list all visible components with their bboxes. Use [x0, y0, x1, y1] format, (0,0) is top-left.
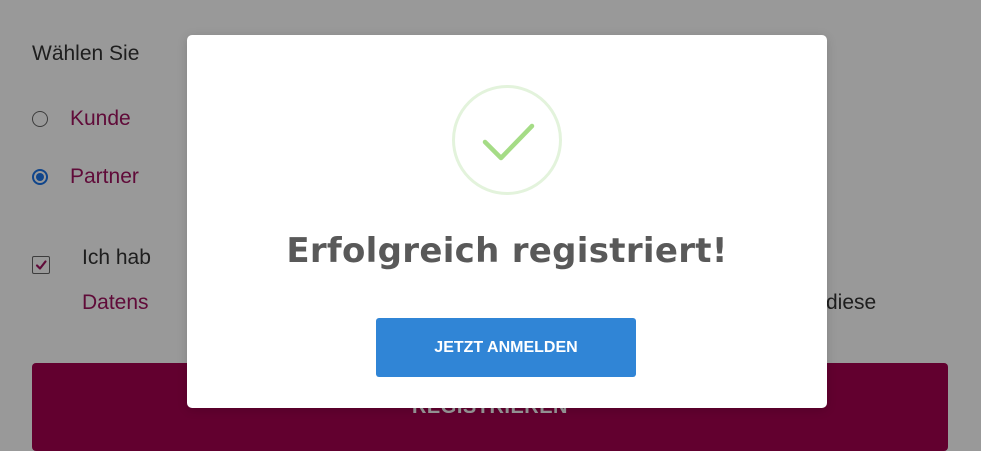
login-now-button[interactable]: JETZT ANMELDEN [376, 318, 636, 377]
dialog-title: Erfolgreich registriert! [286, 231, 728, 271]
success-check-icon [452, 85, 562, 195]
success-dialog: Erfolgreich registriert! JETZT ANMELDEN [187, 35, 827, 408]
